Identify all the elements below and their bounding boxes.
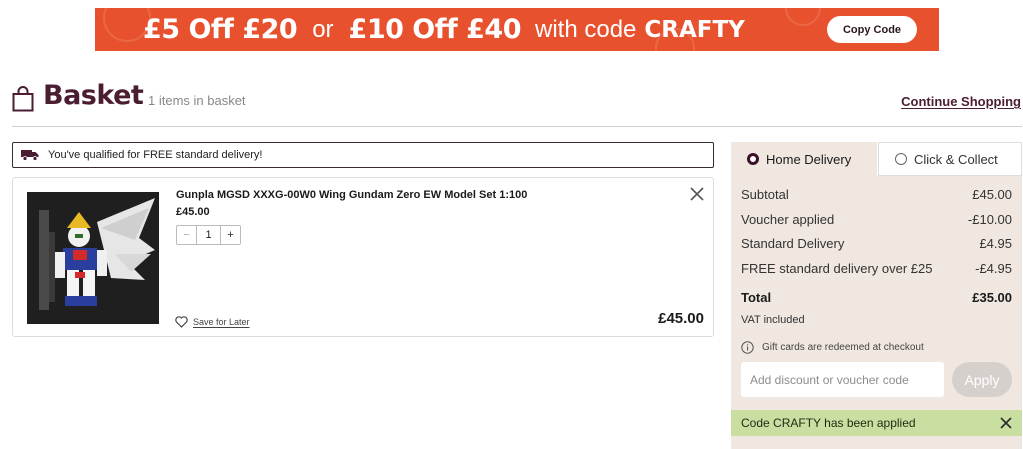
- or-text: or: [312, 15, 334, 43]
- vat-note: VAT included: [741, 314, 805, 326]
- heart-icon: [175, 316, 188, 328]
- total-label: Total: [741, 290, 772, 305]
- summary-value: -£4.95: [975, 261, 1012, 276]
- decrease-quantity-button[interactable]: −: [177, 226, 197, 244]
- increase-quantity-button[interactable]: +: [220, 226, 240, 244]
- summary-label: Standard Delivery: [741, 236, 845, 251]
- basket-item-count: 1 items in basket: [148, 93, 246, 108]
- tab-home-delivery[interactable]: Home Delivery: [731, 142, 877, 176]
- code-applied-text: Code CRAFTY has been applied: [741, 416, 916, 430]
- free-delivery-notice: You've qualified for FREE standard deliv…: [12, 142, 714, 168]
- order-summary: Subtotal £45.00 Voucher applied -£10.00 …: [731, 176, 1022, 449]
- close-icon[interactable]: [1000, 417, 1012, 429]
- truck-icon: [21, 150, 39, 161]
- summary-row-voucher: Voucher applied -£10.00: [741, 212, 1012, 227]
- summary-row-total: Total £35.00: [741, 290, 1012, 305]
- summary-value: -£10.00: [967, 212, 1012, 227]
- page-title: Basket: [43, 80, 144, 111]
- offer-two: £10 Off £40: [348, 14, 522, 45]
- close-icon[interactable]: [690, 187, 704, 201]
- gift-card-text: Gift cards are redeemed at checkout: [762, 342, 924, 353]
- offer-one: £5 Off £20: [143, 14, 298, 45]
- tab-home-delivery-label: Home Delivery: [766, 151, 852, 167]
- product-name[interactable]: Gunpla MGSD XXXG-00W0 Wing Gundam Zero E…: [176, 189, 527, 201]
- summary-row-delivery: Standard Delivery £4.95: [741, 236, 1012, 251]
- shopping-bag-icon: [12, 86, 34, 112]
- summary-row-subtotal: Subtotal £45.00: [741, 187, 1012, 202]
- radio-unselected-icon: [895, 153, 907, 165]
- summary-label: Voucher applied: [741, 212, 835, 227]
- quantity-stepper: − 1 +: [176, 225, 241, 245]
- summary-value: £4.95: [979, 236, 1012, 251]
- banner-decoration: [785, 8, 821, 26]
- tab-click-collect[interactable]: Click & Collect: [878, 142, 1022, 176]
- voucher-code-input[interactable]: [741, 362, 944, 397]
- apply-voucher-button[interactable]: Apply: [952, 362, 1012, 397]
- quantity-value[interactable]: 1: [197, 226, 220, 244]
- info-icon: [741, 341, 754, 354]
- basket-item: Gunpla MGSD XXXG-00W0 Wing Gundam Zero E…: [12, 177, 714, 337]
- continue-shopping-link[interactable]: Continue Shopping: [901, 94, 1021, 109]
- line-total: £45.00: [658, 310, 704, 327]
- save-for-later-label: Save for Later: [193, 317, 250, 327]
- gundam-figure-image: [27, 192, 159, 324]
- summary-label: Subtotal: [741, 187, 789, 202]
- header-divider: [12, 126, 1022, 127]
- promo-text: £5 Off £20 or £10 Off £40 with code CRAF…: [143, 8, 745, 51]
- total-value: £35.00: [972, 290, 1012, 305]
- tab-click-collect-label: Click & Collect: [914, 151, 998, 167]
- product-price: £45.00: [176, 206, 210, 218]
- save-for-later-button[interactable]: Save for Later: [175, 316, 250, 328]
- with-code-text: with code: [535, 15, 637, 43]
- promo-code: CRAFTY: [644, 16, 745, 43]
- promo-banner: £5 Off £20 or £10 Off £40 with code CRAF…: [95, 8, 939, 51]
- product-image[interactable]: [27, 192, 159, 324]
- copy-code-button[interactable]: Copy Code: [827, 16, 917, 43]
- summary-value: £45.00: [972, 187, 1012, 202]
- gift-card-note: Gift cards are redeemed at checkout: [741, 341, 924, 354]
- summary-label: FREE standard delivery over £25: [741, 261, 933, 276]
- code-applied-banner: Code CRAFTY has been applied: [731, 410, 1022, 436]
- radio-selected-icon: [747, 153, 759, 165]
- free-delivery-text: You've qualified for FREE standard deliv…: [48, 149, 263, 161]
- summary-row-free-delivery: FREE standard delivery over £25 -£4.95: [741, 261, 1012, 276]
